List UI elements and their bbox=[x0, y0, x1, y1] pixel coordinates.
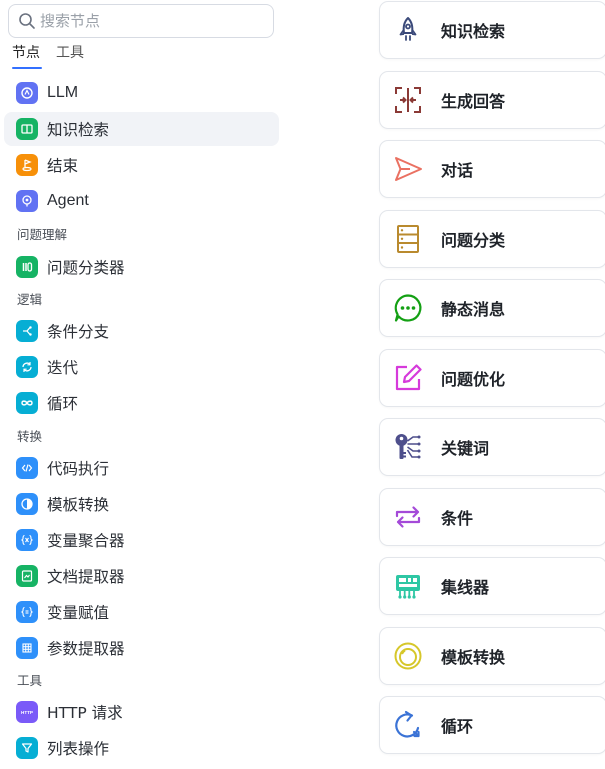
infinity-icon bbox=[16, 392, 38, 414]
node-item-code[interactable]: 代码执行 bbox=[4, 451, 279, 485]
card-label: 条件 bbox=[441, 509, 474, 528]
node-label: HTTP 请求 bbox=[47, 704, 123, 722]
node-item-loop[interactable]: 循环 bbox=[4, 386, 279, 420]
classifier-icon bbox=[16, 256, 38, 278]
node-panel: 节点 工具 LLM 知识检索 结束 Agent 问题理解 问题分类器 bbox=[0, 0, 290, 769]
llm-icon bbox=[16, 82, 38, 104]
node-label: 代码执行 bbox=[47, 460, 110, 478]
template-icon bbox=[16, 493, 38, 515]
node-label: 结束 bbox=[47, 157, 79, 175]
tab-bar: 节点 工具 bbox=[12, 44, 84, 62]
iteration-icon bbox=[16, 356, 38, 378]
book-icon bbox=[16, 118, 38, 140]
section-title-transform: 转换 bbox=[17, 429, 43, 444]
card-label: 问题优化 bbox=[441, 370, 506, 389]
node-label: Agent bbox=[47, 192, 89, 209]
card-knowledge-retrieval[interactable]: 知识检索 bbox=[379, 1, 605, 59]
node-label: 变量聚合器 bbox=[47, 532, 125, 550]
parameter-icon bbox=[16, 637, 38, 659]
node-item-http-request[interactable]: HTTP HTTP 请求 bbox=[4, 695, 279, 729]
node-item-end[interactable]: 结束 bbox=[4, 148, 279, 182]
swap-icon bbox=[391, 500, 425, 534]
node-label: 知识检索 bbox=[47, 121, 110, 139]
node-item-condition-branch[interactable]: 条件分支 bbox=[4, 314, 279, 348]
node-item-llm[interactable]: LLM bbox=[4, 76, 279, 110]
card-hub[interactable]: 集线器 bbox=[379, 557, 605, 615]
card-label: 关键词 bbox=[441, 439, 490, 458]
search-icon bbox=[19, 13, 35, 29]
card-label: 循环 bbox=[441, 717, 474, 736]
node-label: 条件分支 bbox=[47, 323, 110, 341]
end-flag-icon bbox=[16, 154, 38, 176]
node-item-template-transform[interactable]: 模板转换 bbox=[4, 487, 279, 521]
card-question-classification[interactable]: 问题分类 bbox=[379, 210, 605, 268]
filter-icon bbox=[16, 737, 38, 759]
http-icon-text: HTTP bbox=[21, 710, 33, 715]
node-item-variable-assigner[interactable]: 变量赋值 bbox=[4, 595, 279, 629]
active-tab-indicator bbox=[12, 67, 42, 69]
node-label: 循环 bbox=[47, 395, 79, 413]
variable-icon bbox=[16, 529, 38, 551]
card-label: 知识检索 bbox=[441, 22, 506, 41]
card-label: 静态消息 bbox=[441, 300, 506, 319]
card-label: 模板转换 bbox=[441, 648, 506, 667]
node-item-document-extractor[interactable]: 文档提取器 bbox=[4, 559, 279, 593]
card-label: 对话 bbox=[441, 161, 474, 180]
card-template-transform[interactable]: 模板转换 bbox=[379, 627, 605, 685]
http-icon: HTTP bbox=[16, 701, 38, 723]
keyword-icon bbox=[391, 430, 425, 464]
node-item-parameter-extractor[interactable]: 参数提取器 bbox=[4, 631, 279, 665]
node-label: 变量赋值 bbox=[47, 604, 110, 622]
node-label: 列表操作 bbox=[47, 740, 110, 758]
section-title-understanding: 问题理解 bbox=[17, 227, 68, 242]
section-title-tools: 工具 bbox=[17, 673, 43, 688]
loop-icon bbox=[391, 708, 425, 742]
card-label: 生成回答 bbox=[441, 92, 506, 111]
rocket-icon bbox=[391, 13, 425, 47]
message-icon bbox=[391, 291, 425, 325]
template-icon bbox=[391, 639, 425, 673]
node-label: LLM bbox=[47, 84, 79, 101]
assigner-icon bbox=[16, 601, 38, 623]
tab-nodes[interactable]: 节点 bbox=[12, 44, 40, 62]
node-item-iteration[interactable]: 迭代 bbox=[4, 350, 279, 384]
card-question-optimization[interactable]: 问题优化 bbox=[379, 349, 605, 407]
search-box[interactable] bbox=[8, 4, 274, 38]
node-item-variable-aggregator[interactable]: 变量聚合器 bbox=[4, 523, 279, 557]
node-item-question-classifier[interactable]: 问题分类器 bbox=[4, 250, 279, 284]
section-title-logic: 逻辑 bbox=[17, 292, 43, 307]
hub-icon bbox=[391, 569, 425, 603]
card-label: 问题分类 bbox=[441, 231, 506, 250]
card-keyword[interactable]: 关键词 bbox=[379, 418, 605, 476]
card-label: 集线器 bbox=[441, 578, 490, 597]
node-item-knowledge-retrieval[interactable]: 知识检索 bbox=[4, 112, 279, 146]
node-label: 文档提取器 bbox=[47, 568, 125, 586]
node-item-list-operation[interactable]: 列表操作 bbox=[4, 731, 279, 765]
node-label: 参数提取器 bbox=[47, 640, 125, 658]
send-icon bbox=[391, 152, 425, 186]
edit-icon bbox=[391, 361, 425, 395]
card-loop[interactable]: 循环 bbox=[379, 696, 605, 754]
tab-tools[interactable]: 工具 bbox=[56, 44, 84, 62]
agent-icon bbox=[16, 190, 38, 212]
card-generate-answer[interactable]: 生成回答 bbox=[379, 71, 605, 129]
code-icon bbox=[16, 457, 38, 479]
node-item-agent[interactable]: Agent bbox=[4, 184, 279, 218]
node-label: 问题分类器 bbox=[47, 259, 125, 277]
branch-icon bbox=[16, 320, 38, 342]
card-conversation[interactable]: 对话 bbox=[379, 140, 605, 198]
frame-icon bbox=[391, 83, 425, 117]
document-icon bbox=[16, 565, 38, 587]
search-input[interactable] bbox=[40, 12, 260, 30]
node-label: 模板转换 bbox=[47, 496, 110, 514]
card-static-message[interactable]: 静态消息 bbox=[379, 279, 605, 337]
card-condition[interactable]: 条件 bbox=[379, 488, 605, 546]
stack-icon bbox=[391, 222, 425, 256]
node-label: 迭代 bbox=[47, 359, 79, 377]
